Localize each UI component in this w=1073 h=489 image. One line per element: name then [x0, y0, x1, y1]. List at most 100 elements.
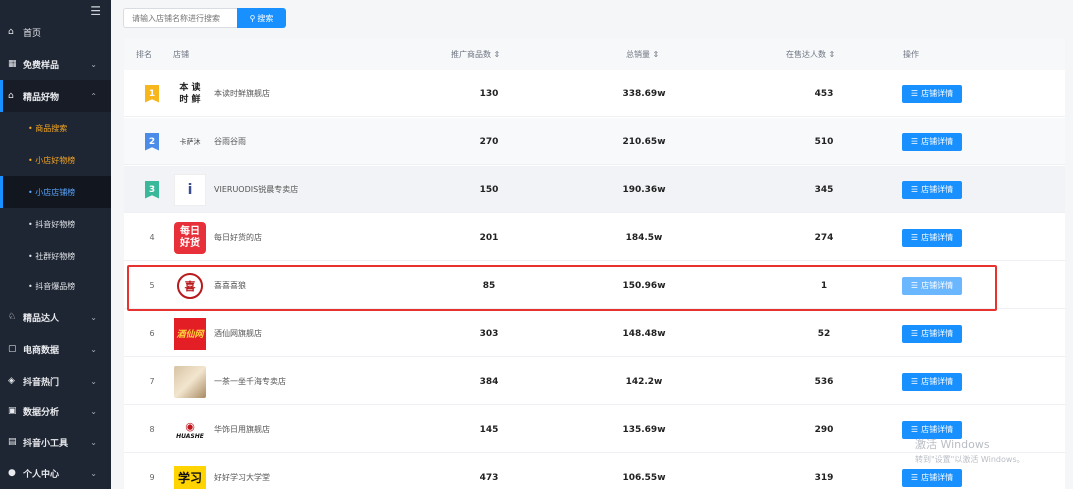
chevron-down-icon: ⌄: [90, 312, 97, 322]
header-store: 店铺: [173, 49, 189, 59]
sidebar: ☰ ⌂ 首页 ▦ 免费样品 ⌄ ⌂ 精品好物 ⌃ • 商品搜索 • 小店好物榜 …: [0, 0, 111, 489]
button-label: 店铺详情: [921, 89, 954, 98]
header-talents[interactable]: 在售达人数 ⇕: [786, 38, 835, 70]
sidebar-sub-product-search[interactable]: • 商品搜索: [0, 112, 111, 144]
table-row: 4 每日 好货 每日好货的店 201 184.5w 274 ☰ 店铺详情: [124, 214, 1065, 261]
header-sales[interactable]: 总销量 ⇕: [626, 38, 659, 70]
store-detail-button[interactable]: ☰ 店铺详情: [902, 324, 962, 343]
user-icon: ●: [8, 468, 16, 478]
table-row: 2 卡萨沐 谷雨谷雨 270 210.65w 510 ☰ 店铺详情: [124, 118, 1065, 165]
button-label: 店铺详情: [921, 473, 954, 482]
windows-watermark: 激活 Windows 转到"设置"以激活 Windows。: [915, 436, 1025, 465]
talent-icon: ♘: [8, 312, 17, 322]
huashe-mark-icon: ◉: [185, 419, 195, 433]
search-icon: ⚲: [249, 13, 256, 23]
store-rank-table: 排名 店铺 推广商品数 ⇕ 总销量 ⇕ 在售达人数 ⇕ 操作 1 本 读 时 鲜…: [124, 38, 1065, 489]
sales-total: 210.65w: [622, 136, 666, 147]
sidebar-item-douyin-hot[interactable]: ◈ 抖音热门 ⌄: [0, 365, 111, 397]
chevron-down-icon: ⌄: [90, 344, 97, 354]
highlight-box: [127, 265, 997, 311]
sidebar-item-fine-goods[interactable]: ⌂ 精品好物 ⌃: [0, 80, 111, 112]
store-name[interactable]: 酒仙网旗舰店: [214, 328, 262, 339]
store-cell: i VIERUODIS锐晨专卖店: [174, 166, 474, 213]
rank-number: 8: [149, 425, 155, 434]
chevron-down-icon: ⌄: [90, 59, 97, 69]
store-cell: 一茶一坐千海专卖店: [174, 358, 474, 405]
sidebar-item-free-samples[interactable]: ▦ 免费样品 ⌄: [0, 48, 111, 80]
talents-count: 345: [814, 184, 834, 195]
home-icon: ⌂: [8, 27, 14, 37]
search-button[interactable]: ⚲ 搜索: [237, 8, 286, 28]
rank-number: 4: [149, 233, 155, 242]
header-products[interactable]: 推广商品数 ⇕: [451, 38, 500, 70]
sidebar-item-analysis[interactable]: ▣ 数据分析 ⌄: [0, 395, 111, 427]
chevron-down-icon: ⌄: [90, 468, 97, 478]
sidebar-sub-label: • 抖音爆品榜: [28, 281, 76, 291]
products-count: 150: [479, 184, 499, 195]
talents-count: 510: [814, 136, 834, 147]
sidebar-sub-store-goods-rank[interactable]: • 小店好物榜: [0, 144, 111, 176]
talents-count: 536: [814, 376, 834, 387]
rank-number: 3: [148, 184, 156, 195]
store-logo: 本 读 时 鲜: [179, 82, 201, 105]
op-cell: ☰ 店铺详情: [902, 70, 964, 117]
store-detail-button[interactable]: ☰ 店铺详情: [902, 372, 962, 391]
store-name[interactable]: 每日好货的店: [214, 232, 262, 243]
products-count: 201: [479, 232, 499, 243]
store-detail-button[interactable]: ☰ 店铺详情: [902, 228, 962, 247]
sales-total: 106.55w: [622, 472, 666, 483]
store-detail-button[interactable]: ☰ 店铺详情: [902, 180, 962, 199]
sidebar-sub-store-rank[interactable]: • 小店店铺榜: [0, 176, 111, 208]
store-name[interactable]: 一茶一坐千海专卖店: [214, 376, 286, 387]
sidebar-item-label: 免费样品: [23, 60, 60, 71]
sidebar-item-home[interactable]: ⌂ 首页: [0, 16, 111, 48]
gift-icon: ▦: [8, 59, 17, 69]
tool-icon: ▤: [8, 437, 17, 447]
sidebar-sub-label: • 社群好物榜: [28, 251, 76, 261]
search-input[interactable]: [123, 8, 237, 28]
button-label: 店铺详情: [921, 425, 954, 434]
products-count: 473: [479, 472, 499, 483]
chevron-up-icon: ⌃: [90, 91, 97, 101]
sidebar-sub-douyin-hot-rank[interactable]: • 抖音爆品榜: [0, 270, 111, 302]
store-cell: 本 读 时 鲜 本读时鲜旗舰店: [174, 70, 474, 117]
sidebar-item-label: 首页: [23, 28, 42, 39]
store-name[interactable]: 好好学习大学堂: [214, 472, 270, 483]
store-name[interactable]: VIERUODIS锐晨专卖店: [214, 184, 298, 195]
rank-number: 1: [148, 88, 156, 99]
header-ops: 操作: [903, 49, 919, 59]
store-logo: 每日 好货: [174, 221, 206, 254]
products-count: 270: [479, 136, 499, 147]
sidebar-item-label: 精品达人: [23, 313, 60, 324]
store-detail-button[interactable]: ☰ 店铺详情: [902, 84, 962, 103]
sidebar-sub-label: • 小店好物榜: [28, 155, 76, 165]
products-count: 303: [479, 328, 499, 339]
store-name[interactable]: 谷雨谷雨: [214, 136, 246, 147]
store-detail-button[interactable]: ☰ 店铺详情: [902, 132, 962, 151]
store-logo: i: [174, 173, 206, 206]
app-window: ☰ ⌂ 首页 ▦ 免费样品 ⌄ ⌂ 精品好物 ⌃ • 商品搜索 • 小店好物榜 …: [0, 0, 1073, 489]
sidebar-item-ecommerce-data[interactable]: ▢ 电商数据 ⌄: [0, 333, 111, 365]
sidebar-item-tools[interactable]: ▤ 抖音小工具 ⌄: [0, 426, 111, 458]
rank-cell: 2: [142, 118, 162, 165]
button-label: 店铺详情: [921, 233, 954, 242]
list-icon: ☰: [910, 185, 919, 194]
store-name[interactable]: 华饰日用旗舰店: [214, 424, 270, 435]
sidebar-item-talents[interactable]: ♘ 精品达人 ⌄: [0, 301, 111, 333]
store-logo: ◉ HUASHE: [174, 414, 206, 446]
sidebar-sub-community-goods-rank[interactable]: • 社群好物榜: [0, 240, 111, 272]
store-name[interactable]: 本读时鲜旗舰店: [214, 88, 270, 99]
rank-number: 9: [149, 473, 155, 482]
sidebar-sub-douyin-goods-rank[interactable]: • 抖音好物榜: [0, 208, 111, 240]
store-cell: 酒仙网 酒仙网旗舰店: [174, 310, 474, 357]
store-logo: 卡萨沐: [179, 137, 201, 146]
list-icon: ☰: [910, 89, 919, 98]
store-detail-button[interactable]: ☰ 店铺详情: [902, 468, 962, 487]
rank-number: 7: [149, 377, 155, 386]
talents-count: 319: [814, 472, 834, 483]
sales-total: 148.48w: [622, 328, 666, 339]
rank-cell: 3: [142, 166, 162, 213]
sidebar-sub-label: • 商品搜索: [28, 123, 68, 133]
sidebar-item-personal[interactable]: ● 个人中心 ⌄: [0, 457, 111, 489]
chevron-down-icon: ⌄: [90, 437, 97, 447]
